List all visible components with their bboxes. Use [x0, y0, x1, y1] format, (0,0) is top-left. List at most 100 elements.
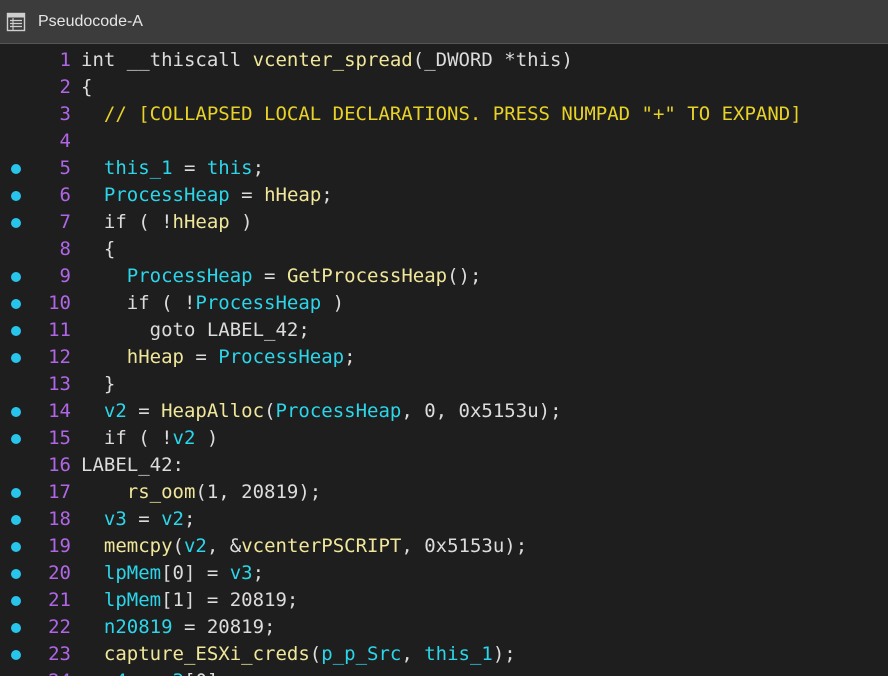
- breakpoint-dot-icon[interactable]: [11, 596, 21, 606]
- code-line[interactable]: 20 lpMem[0] = v3;: [0, 560, 888, 587]
- code-text[interactable]: if ( !v2 ): [81, 425, 218, 452]
- code-text[interactable]: this_1 = this;: [81, 155, 264, 182]
- code-text[interactable]: hHeap = ProcessHeap;: [81, 344, 356, 371]
- code-token-func[interactable]: memcpy: [104, 535, 173, 557]
- code-line[interactable]: 5 this_1 = this;: [0, 155, 888, 182]
- breakpoint-dot-icon[interactable]: [11, 299, 21, 309]
- code-token-var[interactable]: ProcessHeap: [218, 346, 344, 368]
- code-token-var[interactable]: v3: [104, 508, 127, 530]
- breakpoint-dot-icon[interactable]: [11, 272, 21, 282]
- code-text[interactable]: }: [81, 371, 115, 398]
- breakpoint-dot-icon[interactable]: [11, 650, 21, 660]
- code-text[interactable]: if ( !hHeap ): [81, 209, 253, 236]
- code-token-var[interactable]: p_p_Src: [321, 643, 401, 665]
- code-text[interactable]: {: [81, 236, 115, 263]
- code-token-var[interactable]: v3: [230, 562, 253, 584]
- line-number: 1: [59, 49, 71, 71]
- code-text[interactable]: rs_oom(1, 20819);: [81, 479, 321, 506]
- code-line[interactable]: 23 capture_ESXi_creds(p_p_Src, this_1);: [0, 641, 888, 668]
- code-line[interactable]: 19 memcpy(v2, &vcenterPSCRIPT, 0x5153u);: [0, 533, 888, 560]
- code-token-var[interactable]: ProcessHeap: [127, 265, 253, 287]
- code-token-func[interactable]: GetProcessHeap: [287, 265, 447, 287]
- breakpoint-dot-icon[interactable]: [11, 353, 21, 363]
- code-token-var[interactable]: this: [207, 157, 253, 179]
- code-line[interactable]: 12 hHeap = ProcessHeap;: [0, 344, 888, 371]
- code-token-func[interactable]: hHeap: [173, 211, 230, 233]
- window-titlebar[interactable]: Pseudocode-A: [0, 0, 888, 44]
- code-token-var[interactable]: this_1: [424, 643, 493, 665]
- code-text[interactable]: goto LABEL_42;: [81, 317, 310, 344]
- code-token-var[interactable]: lpMem: [104, 589, 161, 611]
- code-token-var[interactable]: v2: [184, 535, 207, 557]
- code-token-func[interactable]: hHeap: [264, 184, 321, 206]
- code-line[interactable]: 4: [0, 128, 888, 155]
- code-text[interactable]: // [COLLAPSED LOCAL DECLARATIONS. PRESS …: [81, 101, 802, 128]
- code-text[interactable]: lpMem[0] = v3;: [81, 560, 264, 587]
- code-line[interactable]: 6 ProcessHeap = hHeap;: [0, 182, 888, 209]
- code-text[interactable]: lpMem[1] = 20819;: [81, 587, 298, 614]
- breakpoint-dot-icon[interactable]: [11, 407, 21, 417]
- code-line[interactable]: 21 lpMem[1] = 20819;: [0, 587, 888, 614]
- breakpoint-dot-icon[interactable]: [11, 191, 21, 201]
- breakpoint-dot-icon[interactable]: [11, 434, 21, 444]
- code-line[interactable]: 9 ProcessHeap = GetProcessHeap();: [0, 263, 888, 290]
- code-text[interactable]: ProcessHeap = hHeap;: [81, 182, 333, 209]
- breakpoint-dot-icon[interactable]: [11, 218, 21, 228]
- code-line[interactable]: 16 LABEL_42:: [0, 452, 888, 479]
- code-line[interactable]: 11 goto LABEL_42;: [0, 317, 888, 344]
- code-token-var[interactable]: v3: [161, 670, 184, 676]
- code-token-var[interactable]: this_1: [104, 157, 173, 179]
- code-line[interactable]: 10 if ( !ProcessHeap ): [0, 290, 888, 317]
- code-line[interactable]: 13 }: [0, 371, 888, 398]
- code-text[interactable]: ProcessHeap = GetProcessHeap();: [81, 263, 482, 290]
- code-line[interactable]: 14 v2 = HeapAlloc(ProcessHeap, 0, 0x5153…: [0, 398, 888, 425]
- code-token-var[interactable]: ProcessHeap: [276, 400, 402, 422]
- code-token-func[interactable]: vcenter_spread: [253, 49, 413, 71]
- code-token-func[interactable]: rs_oom: [127, 481, 196, 503]
- code-line[interactable]: 24 v4 = v3[0]: [0, 668, 888, 676]
- code-token-var[interactable]: ProcessHeap: [195, 292, 321, 314]
- code-text[interactable]: v3 = v2;: [81, 506, 196, 533]
- code-text[interactable]: capture_ESXi_creds(p_p_Src, this_1);: [81, 641, 516, 668]
- code-text[interactable]: int __thiscall vcenter_spread(_DWORD *th…: [81, 47, 573, 74]
- code-line[interactable]: 2{: [0, 74, 888, 101]
- breakpoint-dot-icon[interactable]: [11, 623, 21, 633]
- pseudocode-view[interactable]: 1 int __thiscall vcenter_spread(_DWORD *t…: [0, 47, 888, 676]
- code-line[interactable]: 7 if ( !hHeap ): [0, 209, 888, 236]
- breakpoint-dot-icon[interactable]: [11, 515, 21, 525]
- code-text[interactable]: LABEL_42:: [81, 452, 184, 479]
- code-line[interactable]: 15 if ( !v2 ): [0, 425, 888, 452]
- code-token-var[interactable]: lpMem: [104, 562, 161, 584]
- code-token-func[interactable]: hHeap: [127, 346, 184, 368]
- code-token-func[interactable]: HeapAlloc: [161, 400, 264, 422]
- line-number: 13: [48, 373, 71, 395]
- code-text[interactable]: {: [81, 74, 92, 101]
- code-token-func[interactable]: capture_ESXi_creds: [104, 643, 310, 665]
- code-text[interactable]: v4 = v3[0]: [81, 668, 218, 676]
- breakpoint-dot-icon[interactable]: [11, 488, 21, 498]
- code-line[interactable]: 1 int __thiscall vcenter_spread(_DWORD *t…: [0, 47, 888, 74]
- code-text[interactable]: memcpy(v2, &vcenterPSCRIPT, 0x5153u);: [81, 533, 527, 560]
- code-token-var[interactable]: v2: [104, 400, 127, 422]
- code-line[interactable]: 17 rs_oom(1, 20819);: [0, 479, 888, 506]
- code-token-var[interactable]: v4: [104, 670, 127, 676]
- code-text[interactable]: n20819 = 20819;: [81, 614, 276, 641]
- code-token-var[interactable]: v2: [161, 508, 184, 530]
- code-token-var[interactable]: n20819: [104, 616, 173, 638]
- breakpoint-dot-icon[interactable]: [11, 542, 21, 552]
- breakpoint-dot-icon[interactable]: [11, 326, 21, 336]
- code-line[interactable]: 8 {: [0, 236, 888, 263]
- code-line[interactable]: 3 // [COLLAPSED LOCAL DECLARATIONS. PRES…: [0, 101, 888, 128]
- breakpoint-dot-icon[interactable]: [11, 164, 21, 174]
- code-token-plain: ;: [252, 562, 265, 584]
- code-line[interactable]: 18 v3 = v2;: [0, 506, 888, 533]
- code-line[interactable]: 22 n20819 = 20819;: [0, 614, 888, 641]
- breakpoint-dot-icon[interactable]: [11, 569, 21, 579]
- code-token-var[interactable]: v2: [173, 427, 196, 449]
- code-text[interactable]: if ( !ProcessHeap ): [81, 290, 344, 317]
- code-text[interactable]: v2 = HeapAlloc(ProcessHeap, 0, 0x5153u);: [81, 398, 562, 425]
- code-token-var[interactable]: ProcessHeap: [104, 184, 230, 206]
- code-token-func[interactable]: vcenterPSCRIPT: [241, 535, 401, 557]
- line-number: 6: [59, 184, 71, 206]
